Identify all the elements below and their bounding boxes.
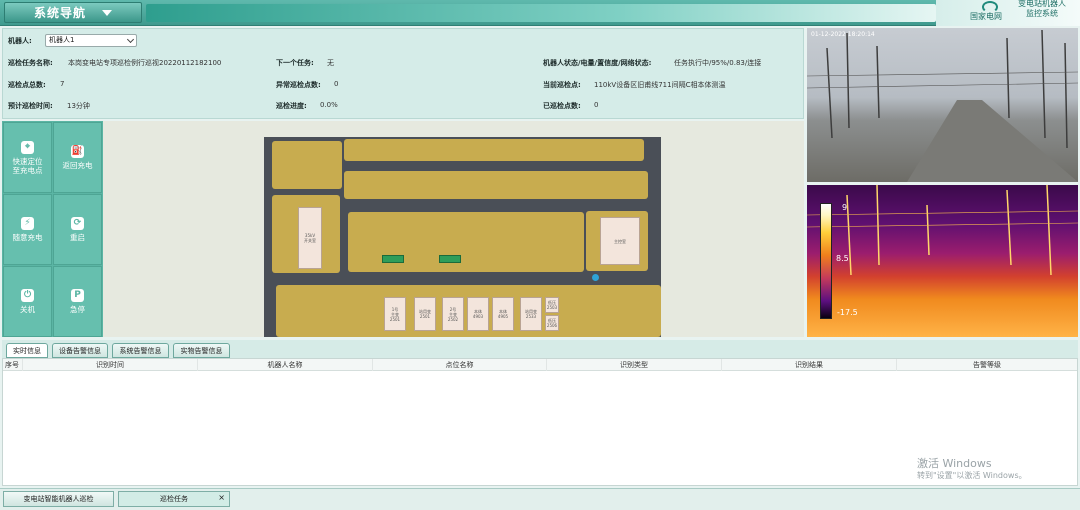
thermal-min-label: -17.5 [837, 308, 858, 317]
est-time-label: 预计巡检时间: [8, 102, 53, 110]
emergency-stop-icon: P [71, 289, 84, 302]
robot-select-value: 机器人1 [49, 36, 75, 44]
next-task-value: 无 [327, 59, 334, 67]
robot-status-label: 机器人状态/电量/置信度/网络状态: [543, 59, 652, 67]
progress-label: 巡检进度: [276, 102, 307, 110]
charging-station-marker[interactable] [439, 255, 461, 263]
progress-value: 0.0% [320, 101, 338, 109]
col-recognition-type[interactable]: 识别类型 [547, 359, 722, 371]
robot-select[interactable]: 机器人1 [45, 34, 137, 47]
col-alarm-level[interactable]: 告警等级 [897, 359, 1077, 371]
ops-room-building[interactable]: 35kV 开关室 [298, 207, 322, 269]
map-block [344, 171, 648, 199]
visible-camera-view[interactable]: 01-12-2022 18:20:14 [807, 28, 1078, 182]
current-point-value: 110kV设备区旧甫线711间隔C相本体测温 [594, 81, 726, 89]
top-decoration-strip [146, 4, 936, 22]
abnormal-points-value: 0 [334, 80, 339, 88]
station-transformer-2-building[interactable]: 站用变2533 [520, 297, 542, 331]
current-point-marker[interactable] [592, 274, 599, 281]
random-charge-button[interactable]: ⚡ 随意充电 [3, 194, 52, 265]
map-block [272, 141, 342, 189]
total-points-value: 7 [60, 80, 65, 88]
abnormal-points-label: 异常巡检点数: [276, 81, 321, 89]
locate-charging-point-button[interactable]: ⌖ 快速定位 至充电点 [3, 122, 52, 193]
system-nav-button[interactable]: 系统导航 [4, 2, 142, 23]
restart-button[interactable]: ⟳ 重启 [53, 194, 102, 265]
robot-marker[interactable] [382, 255, 404, 263]
substation-map[interactable]: 35kV 开关室 主控室 1号 主变 2501 站用变 2501 2号 主变 2… [264, 137, 661, 337]
close-icon[interactable]: × [218, 493, 225, 502]
return-charge-button[interactable]: ⛽ 返回充电 [53, 122, 102, 193]
random-charge-label: 随意充电 [12, 233, 43, 242]
restart-icon: ⟳ [71, 217, 84, 230]
low-voltage-1[interactable]: 低压 2503 [545, 297, 559, 313]
map-block [348, 212, 584, 272]
col-recognition-time[interactable]: 识别时间 [23, 359, 198, 371]
return-charge-label: 返回充电 [62, 161, 93, 170]
thermal-scale-bar [820, 203, 832, 319]
done-points-value: 0 [594, 101, 599, 109]
col-recognition-result[interactable]: 识别结果 [722, 359, 897, 371]
shutdown-button[interactable]: ⏻ 关机 [3, 266, 52, 337]
map-block [344, 139, 644, 161]
est-time-value: 13分钟 [67, 102, 90, 110]
shutdown-label: 关机 [20, 305, 35, 314]
emergency-stop-label: 急停 [70, 305, 85, 314]
brand-name: 国家电网 [970, 12, 1002, 21]
bottom-tab-inspection-task[interactable]: 巡检任务 × [118, 491, 230, 507]
plug-icon: ⚡ [21, 217, 34, 230]
transformer-1-building[interactable]: 1号 主变 2501 [384, 297, 406, 331]
bottom-tab-inspection-task-label: 巡检任务 [160, 495, 188, 503]
col-index[interactable]: 序号 [3, 359, 23, 371]
col-robot-name[interactable]: 机器人名称 [198, 359, 373, 371]
next-task-label: 下一个任务: [276, 59, 314, 67]
low-voltage-2[interactable]: 低压 2506 [545, 315, 559, 331]
current-point-label: 当前巡检点: [543, 81, 581, 89]
robot-status-value: 任务执行中/95%/0.83/连接 [674, 59, 762, 67]
windows-activation-hint: 转到"设置"以激活 Windows。 [917, 471, 1027, 480]
tab-system-alarm[interactable]: 系统告警信息 [112, 343, 169, 358]
robot-label: 机器人: [8, 37, 32, 45]
system-nav-label: 系统导航 [33, 6, 86, 20]
tab-device-alarm[interactable]: 设备告警信息 [52, 343, 108, 358]
system-title-line2: 监控系统 [1026, 9, 1058, 18]
task-name-value: 本岗变电站专项巡检例行巡视20220112182100 [68, 59, 222, 67]
thermal-max-label: 9 [842, 203, 848, 212]
station-transformer-building[interactable]: 站用变 2501 [414, 297, 436, 331]
tab-realtime-info[interactable]: 实时信息 [6, 343, 48, 358]
table-header: 序号 识别时间 机器人名称 点位名称 识别类型 识别结果 告警等级 [3, 359, 1077, 371]
thermal-mid-label: 8.5 [836, 254, 849, 263]
camera-timestamp: 01-12-2022 18:20:14 [811, 31, 875, 38]
transformer-body-b[interactable]: 本体 4905 [492, 297, 514, 331]
bottom-tab-robot-inspection[interactable]: 变电站智能机器人巡检 [3, 491, 114, 507]
emergency-stop-button[interactable]: P 急停 [53, 266, 102, 337]
restart-label: 重启 [70, 233, 85, 242]
transformer-2-building[interactable]: 2号 主变 2502 [442, 297, 464, 331]
windows-activation-title: 激活 Windows [917, 457, 992, 470]
tab-object-alarm[interactable]: 实物告警信息 [173, 343, 230, 358]
chevron-down-icon [102, 9, 112, 16]
total-points-label: 巡检点总数: [8, 81, 46, 89]
power-icon: ⏻ [21, 289, 34, 302]
charger-icon: ⛽ [71, 145, 84, 158]
col-point-name[interactable]: 点位名称 [373, 359, 547, 371]
charging-locate-icon: ⌖ [21, 140, 34, 154]
control-room-building[interactable]: 主控室 [600, 217, 640, 265]
substation-road-image [807, 29, 1078, 182]
task-name-label: 巡检任务名称: [8, 59, 53, 67]
chevron-down-icon [126, 35, 135, 44]
locate-charging-point-label: 快速定位 至充电点 [12, 156, 43, 175]
done-points-label: 已巡检点数: [543, 102, 581, 110]
transformer-body-a[interactable]: 本体 4903 [467, 297, 489, 331]
